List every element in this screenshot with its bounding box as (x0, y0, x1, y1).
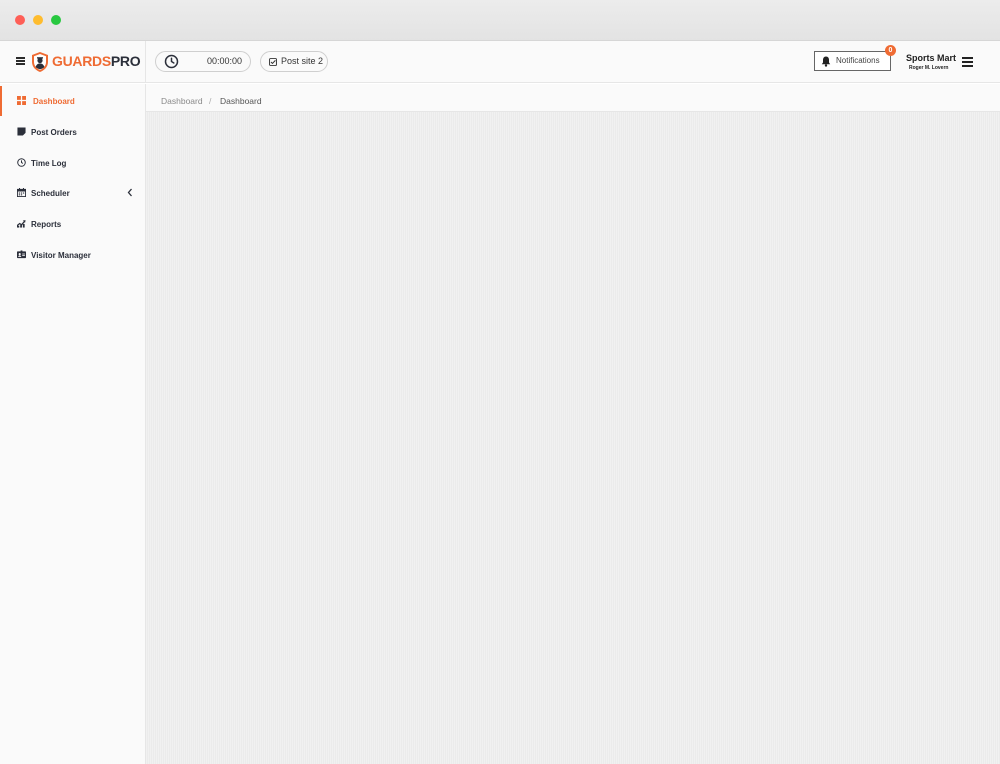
company-name: Sports Mart (906, 53, 957, 63)
clock-icon (17, 158, 26, 167)
checkbox-icon (269, 58, 277, 66)
bell-icon (821, 56, 831, 67)
sidebar-item-label: Scheduler (31, 189, 70, 198)
window-close-button[interactable] (15, 15, 25, 25)
breadcrumb: Dashboard / Dashboard (146, 84, 1000, 112)
sidebar-item-time-log[interactable]: Time Log (0, 148, 145, 178)
window-maximize-button[interactable] (51, 15, 61, 25)
post-site-selector[interactable]: Post site 2 (260, 51, 328, 72)
sidebar-item-label: Reports (31, 220, 62, 229)
brand-name-part1: GUARDS (52, 53, 111, 69)
window-minimize-button[interactable] (33, 15, 43, 25)
sidebar-item-label: Post Orders (31, 128, 77, 137)
calendar-icon (17, 188, 26, 197)
sidebar-item-visitor-manager[interactable]: Visitor Manager (0, 240, 145, 270)
timer-value: 00:00:00 (206, 56, 242, 66)
sidebar: Dashboard Post Orders Time Log Scheduler (0, 84, 146, 764)
brand-name-part2: PRO (110, 53, 141, 69)
main-content-area (146, 112, 1000, 764)
breadcrumb-current: Dashboard (220, 96, 262, 106)
brand-logo[interactable]: GUARDSPRO (52, 53, 141, 69)
clock-icon (164, 54, 179, 69)
notifications-button[interactable]: Notifications (814, 51, 891, 71)
sidebar-item-post-orders[interactable]: Post Orders (0, 117, 145, 147)
breadcrumb-separator: / (209, 96, 212, 106)
breadcrumb-link-dashboard[interactable]: Dashboard (161, 96, 203, 106)
sidebar-item-scheduler[interactable]: Scheduler (0, 178, 145, 208)
sidebar-item-label: Time Log (31, 159, 67, 168)
dashboard-grid-icon (17, 96, 26, 105)
user-name: Roger M. Lovern (909, 65, 949, 71)
notifications-count-badge: 0 (885, 45, 896, 56)
notifications-label: Notifications (836, 56, 880, 65)
main-menu-icon[interactable] (962, 57, 973, 67)
browser-titlebar (0, 0, 1000, 41)
sidebar-item-label: Visitor Manager (31, 251, 91, 260)
shield-logo-icon (32, 52, 48, 72)
note-icon (17, 127, 26, 136)
chevron-left-icon[interactable] (127, 188, 133, 197)
chart-icon (17, 220, 26, 228)
post-site-label: Post site 2 (281, 56, 324, 66)
clock-timer-button[interactable]: 00:00:00 (155, 51, 251, 72)
brand-area: GUARDSPRO (0, 41, 146, 83)
sidebar-toggle-icon[interactable] (16, 57, 25, 65)
id-card-icon (17, 250, 26, 259)
top-header: GUARDSPRO 00:00:00 Post site 2 Notificat… (0, 41, 1000, 83)
sidebar-item-dashboard[interactable]: Dashboard (0, 86, 145, 116)
sidebar-item-label: Dashboard (33, 97, 75, 106)
sidebar-item-reports[interactable]: Reports (0, 209, 145, 239)
